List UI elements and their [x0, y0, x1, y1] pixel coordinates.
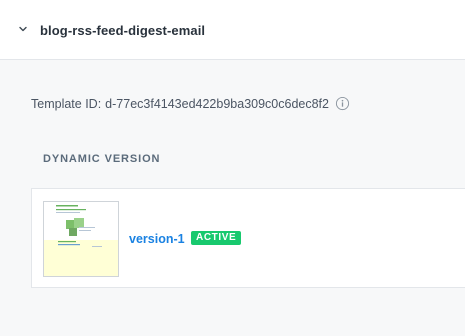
chevron-down-icon[interactable]	[18, 24, 28, 34]
email-preview-graphic	[44, 202, 118, 276]
template-header[interactable]: blog-rss-feed-digest-email	[0, 0, 465, 60]
template-id-row: Template ID: d-77ec3f4143ed422b9ba309c0c…	[31, 96, 350, 111]
version-thumbnail[interactable]	[43, 201, 119, 277]
template-page: blog-rss-feed-digest-email Template ID: …	[0, 0, 465, 336]
version-link[interactable]: version-1	[129, 232, 185, 246]
template-id-value: d-77ec3f4143ed422b9ba309c0c6dec8f2	[105, 96, 329, 111]
dynamic-version-heading: DYNAMIC VERSION	[43, 153, 161, 165]
info-icon[interactable]	[335, 96, 350, 111]
template-name: blog-rss-feed-digest-email	[40, 23, 206, 38]
version-card[interactable]: version-1 ACTIVE	[31, 188, 465, 288]
template-id-label: Template ID:	[31, 96, 102, 111]
status-badge: ACTIVE	[191, 231, 242, 245]
